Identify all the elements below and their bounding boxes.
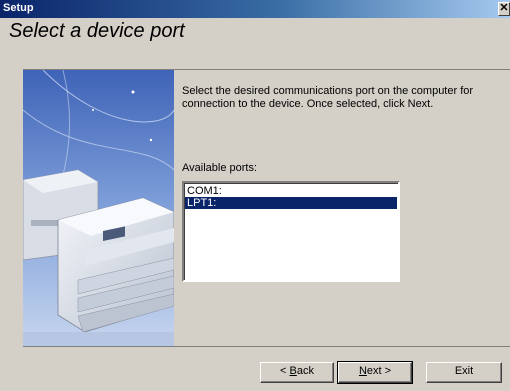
port-item-lpt1[interactable]: LPT1: [185,197,397,209]
exit-button[interactable]: Exit [426,362,502,383]
page-title: Select a device port [9,20,185,42]
next-button-accel: N [358,365,367,377]
title-bar[interactable]: Setup ✕ [0,0,510,18]
printer-image [23,70,174,346]
available-ports-label: Available ports: [182,162,258,174]
next-button-rest: ext > [366,365,392,377]
exit-button-label: Exit [454,365,474,377]
close-button[interactable]: ✕ [498,2,510,16]
back-button[interactable]: < Back [260,362,334,383]
window-title: Setup [3,2,34,14]
back-button-prefix: < [280,365,290,377]
printer-illustration [23,70,174,346]
back-button-rest: ack [296,365,314,377]
ports-listbox[interactable]: COM1: LPT1: [182,181,400,282]
close-icon: ✕ [499,2,509,14]
instruction-text: Select the desired communications port o… [182,85,474,110]
footer-divider [23,346,510,347]
back-button-accel: B [289,365,297,377]
port-item-com1[interactable]: COM1: [185,185,397,197]
next-button[interactable]: Next > [337,361,413,384]
